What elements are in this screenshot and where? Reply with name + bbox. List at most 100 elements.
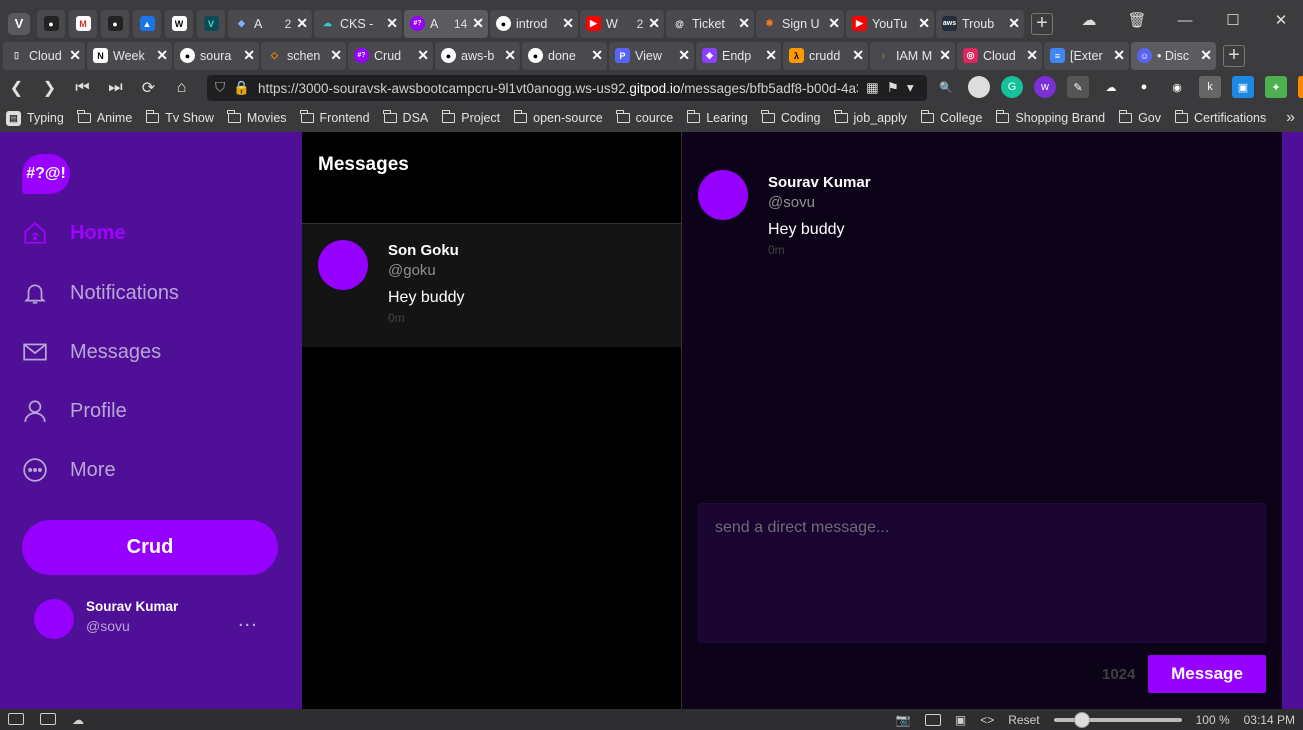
tab-schen[interactable]: ◇ schen ✕ — [261, 41, 346, 70]
pinned-tab-vivaldi[interactable]: V — [197, 9, 225, 38]
bookmark-folder[interactable]: DSA — [383, 110, 428, 125]
bookmarks-overflow-icon[interactable]: » — [1286, 109, 1295, 127]
fast-forward-icon[interactable]: ⏭ — [99, 79, 132, 97]
close-tab-icon[interactable]: ✕ — [330, 47, 342, 64]
bookmark-folder[interactable]: Gov — [1118, 110, 1161, 125]
close-tab-icon[interactable]: ✕ — [1113, 47, 1125, 64]
bookmark-folder[interactable]: Tv Show — [145, 110, 214, 125]
grammarly-icon[interactable]: G — [1001, 76, 1023, 98]
url-text[interactable]: https://3000-souravsk-awsbootcampcru-9l1… — [258, 81, 858, 96]
tab-active-crud[interactable]: #? A 14 ✕ — [404, 9, 488, 38]
extension-color-icon[interactable]: ● — [1133, 76, 1155, 98]
home-browser-icon[interactable]: ⌂ — [165, 79, 198, 97]
bookmark-folder[interactable]: Certifications — [1174, 110, 1266, 125]
close-tab-icon[interactable]: ✕ — [738, 15, 750, 32]
bookmark-folder[interactable]: Coding — [761, 110, 821, 125]
extension-puzzle-icon[interactable]: ✦ — [1265, 76, 1287, 98]
camera-icon[interactable]: 📷 — [896, 713, 911, 727]
tab-sign-up[interactable]: ✱ Sign U ✕ — [756, 9, 844, 38]
tab-youtube[interactable]: ▶ YouTu ✕ — [846, 9, 934, 38]
nav-profile[interactable]: Profile — [22, 398, 127, 424]
zoom-reset-button[interactable]: Reset — [1008, 713, 1039, 727]
bookmark-folder[interactable]: Learing — [686, 110, 748, 125]
profile-avatar-icon[interactable] — [968, 76, 990, 98]
extension-icon[interactable]: ✎ — [1067, 76, 1089, 98]
close-tab-icon[interactable]: ✕ — [852, 47, 864, 64]
window-icon[interactable] — [924, 713, 941, 726]
close-tab-icon[interactable]: ✕ — [918, 15, 930, 32]
tab-cloud[interactable]: ▯ Cloud ✕ — [3, 41, 85, 70]
qr-code-icon[interactable]: ▦ — [866, 80, 879, 96]
tab-done[interactable]: ● done ✕ — [522, 41, 607, 70]
bookmark-folder[interactable]: Frontend — [300, 110, 370, 125]
shield-icon[interactable]: ⛉ — [215, 80, 225, 96]
pinned-tab-github-2[interactable]: ● — [101, 9, 129, 38]
message-group-item[interactable]: Son Goku @goku Hey buddy 0m — [302, 224, 681, 347]
forward-icon[interactable]: ❯ — [33, 78, 66, 98]
extension-tabs-icon[interactable]: ▣ — [1232, 76, 1254, 98]
wappalyzer-icon[interactable]: w — [1034, 76, 1056, 98]
tab-cks[interactable]: ☁ CKS - ✕ — [314, 9, 402, 38]
bookmark-typing[interactable]: ▤ Typing — [6, 110, 64, 126]
lock-icon[interactable]: 🔒 — [233, 80, 250, 96]
close-tab-icon[interactable]: ✕ — [472, 15, 484, 32]
current-user-card[interactable]: Sourav Kumar @sovu — [34, 599, 178, 639]
pinned-tab-drive[interactable]: ▲ — [133, 9, 161, 38]
send-message-button[interactable]: Message — [1148, 655, 1266, 693]
code-icon[interactable]: <> — [980, 713, 994, 727]
tab-crudd[interactable]: λ crudd ✕ — [783, 41, 868, 70]
bookmark-folder[interactable]: cource — [616, 110, 673, 125]
close-tab-icon[interactable]: ✕ — [591, 47, 603, 64]
new-tab-button-2[interactable]: + — [1223, 44, 1245, 67]
zoom-slider[interactable] — [1053, 711, 1182, 728]
tab-troub[interactable]: aws Troub ✕ — [936, 9, 1024, 38]
tab-introd[interactable]: ● introd ✕ — [490, 9, 578, 38]
image-icon[interactable]: ▣ — [955, 713, 966, 727]
reload-icon[interactable]: ⟳ — [132, 78, 165, 98]
user-more-icon[interactable]: ... — [238, 609, 258, 632]
close-tab-icon[interactable]: ✕ — [417, 47, 429, 64]
nav-messages[interactable]: Messages — [22, 339, 161, 365]
tab-week[interactable]: N Week ✕ — [87, 41, 172, 70]
tab-youtube-w[interactable]: ▶ W 2 ✕ — [580, 9, 664, 38]
close-tab-icon[interactable]: ✕ — [296, 15, 308, 32]
app-logo[interactable]: #?@! — [22, 154, 70, 194]
close-tab-icon[interactable]: ✕ — [1026, 47, 1038, 64]
vivaldi-menu-icon[interactable]: V — [8, 12, 30, 35]
tab-aws-b[interactable]: ● aws-b ✕ — [435, 41, 520, 70]
back-icon[interactable]: ❮ — [0, 78, 33, 98]
close-tab-icon[interactable]: ✕ — [243, 47, 255, 64]
close-tab-icon[interactable]: ✕ — [939, 47, 951, 64]
tab-crud[interactable]: #? Crud ✕ — [348, 41, 433, 70]
bookmark-folder[interactable]: open-source — [513, 110, 603, 125]
close-tab-icon[interactable]: ✕ — [386, 15, 398, 32]
crud-button[interactable]: Crud — [22, 520, 278, 575]
direct-message-input[interactable]: send a direct message... — [698, 503, 1266, 643]
minimize-button[interactable]: — — [1163, 12, 1207, 29]
bookmark-folder[interactable]: College — [920, 110, 982, 125]
rewind-icon[interactable]: ⏮ — [66, 79, 99, 97]
tab-iam[interactable]: ♀ IAM M ✕ — [870, 41, 955, 70]
bookmark-folder[interactable]: job_apply — [834, 110, 907, 125]
bookmark-folder[interactable]: Project — [441, 110, 500, 125]
zoom-slider-knob[interactable] — [1073, 711, 1090, 728]
pinned-tab-notion[interactable]: W — [165, 9, 193, 38]
maximize-button[interactable]: ☐ — [1211, 11, 1255, 29]
tab-a[interactable]: ◆ A 2 ✕ — [228, 9, 312, 38]
panel-toggle-icon[interactable] — [8, 712, 24, 725]
tab-soura[interactable]: ● soura ✕ — [174, 41, 259, 70]
tab-endp[interactable]: ◈ Endp ✕ — [696, 41, 781, 70]
nav-notifications[interactable]: Notifications — [22, 280, 179, 306]
close-tab-icon[interactable]: ✕ — [648, 15, 660, 32]
cloud-icon[interactable]: ☁ — [72, 713, 84, 727]
close-tab-icon[interactable]: ✕ — [504, 47, 516, 64]
bookmark-folder[interactable]: Shopping Brand — [995, 110, 1105, 125]
extension-cloud-icon[interactable]: ☁ — [1100, 76, 1122, 98]
chrome-icon[interactable]: ◉ — [1166, 76, 1188, 98]
pinned-tab-github[interactable]: ● — [37, 9, 65, 38]
tab-cloud-2[interactable]: ◎ Cloud ✕ — [957, 41, 1042, 70]
tab-ticket[interactable]: @ Ticket ✕ — [666, 9, 754, 38]
close-tab-icon[interactable]: ✕ — [678, 47, 690, 64]
close-window-button[interactable]: ✕ — [1259, 11, 1303, 29]
close-tab-icon[interactable]: ✕ — [562, 15, 574, 32]
